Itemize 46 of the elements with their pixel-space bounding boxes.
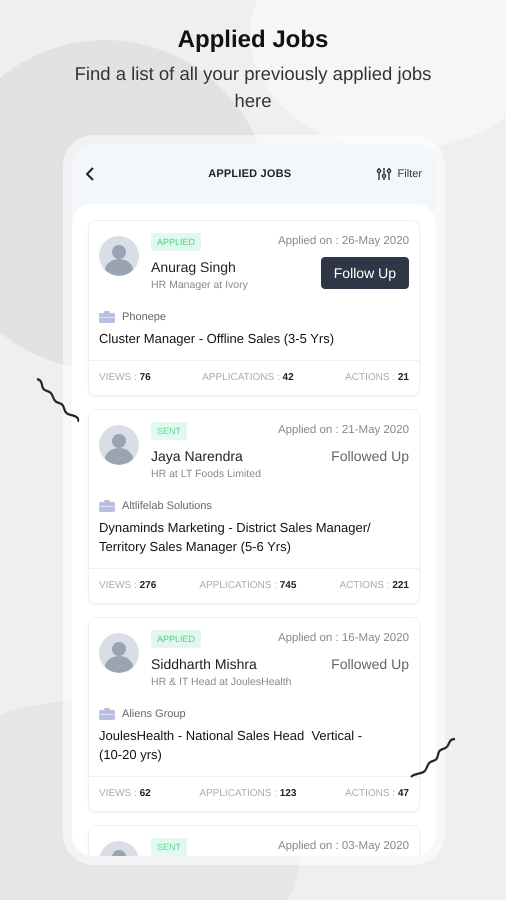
applied-date: Applied on : 21-May 2020 [278, 424, 409, 436]
applied-date: Applied on : 16-May 2020 [278, 632, 409, 644]
job-title: Dynaminds Marketing - District Sales Manager/ Territory Sales Manager (5-6 Yrs) [98, 519, 372, 556]
stat-text: APPLICATIONS : 123 [199, 788, 296, 799]
status-badge: APPLIED [151, 233, 202, 251]
job-card[interactable]: SENT Applied on : 03-May 2020 [88, 825, 420, 856]
stat-text: ACTIONS : 21 [345, 372, 409, 383]
applied-date: Applied on : 03-May 2020 [278, 840, 409, 852]
follow-up-button[interactable]: Follow Up [320, 257, 409, 289]
applied-date: Applied on : 26-May 2020 [278, 235, 409, 247]
company-name: Aliens Group [122, 708, 186, 720]
job-title: Cluster Manager - Offline Sales (3-5 Yrs) [98, 330, 336, 348]
page-subtitle: Find a list of all your previously applied jobs here [74, 62, 432, 113]
recruiter-role: HR at LT Foods Limited [151, 468, 261, 480]
stat-text: APPLICATIONS : 42 [202, 372, 294, 383]
stat-text: VIEWS : 62 [99, 788, 151, 799]
company-name: Phonepe [122, 311, 166, 323]
recruiter-name: Siddharth Mishra [151, 656, 258, 672]
job-card[interactable] [88, 617, 420, 812]
squiggle-drawing [408, 736, 458, 780]
page-title: Applied Jobs [176, 26, 330, 54]
avatar [99, 236, 139, 276]
recruiter-role: HR & IT Head at JoulesHealth [151, 676, 292, 688]
follow-status: Followed Up [331, 448, 409, 464]
stat-text: APPLICATIONS : 745 [199, 580, 296, 591]
follow-status: Followed Up [331, 656, 409, 672]
squiggle-drawing [34, 376, 82, 424]
job-title: JoulesHealth - National Sales Head Vertical - (10-20 yrs) [98, 727, 364, 764]
status-badge: SENT [151, 422, 188, 440]
avatar [99, 633, 139, 673]
screen-title: APPLIED JOBS [207, 168, 292, 180]
status-badge: SENT [151, 838, 188, 856]
company-name: Altlifelab Solutions [122, 500, 212, 512]
avatar [99, 425, 139, 465]
job-card[interactable] [88, 409, 420, 604]
stat-text: ACTIONS : 47 [345, 788, 409, 799]
filter-icon [376, 167, 392, 181]
filter-button[interactable]: Filter [376, 167, 422, 181]
stat-text: ACTIONS : 221 [340, 580, 409, 591]
recruiter-role: HR Manager at Ivory [151, 279, 248, 291]
job-card[interactable]: APPLIED Applied on : 26-May 2020 Anurag Singh Follow Up HR Manager at Ivory Phonepe Cluster Manager - Offline Sales (3-5 Yrs) VIEWS : 76 APPLICATIONS : 42 ACTIONS : 21 [88, 220, 420, 396]
stat-text: VIEWS : 76 [99, 372, 151, 383]
recruiter-name: Anurag Singh [151, 259, 237, 275]
status-badge: APPLIED [151, 630, 202, 648]
stat-text: VIEWS : 276 [99, 580, 156, 591]
recruiter-name: Jaya Narendra [151, 448, 244, 464]
